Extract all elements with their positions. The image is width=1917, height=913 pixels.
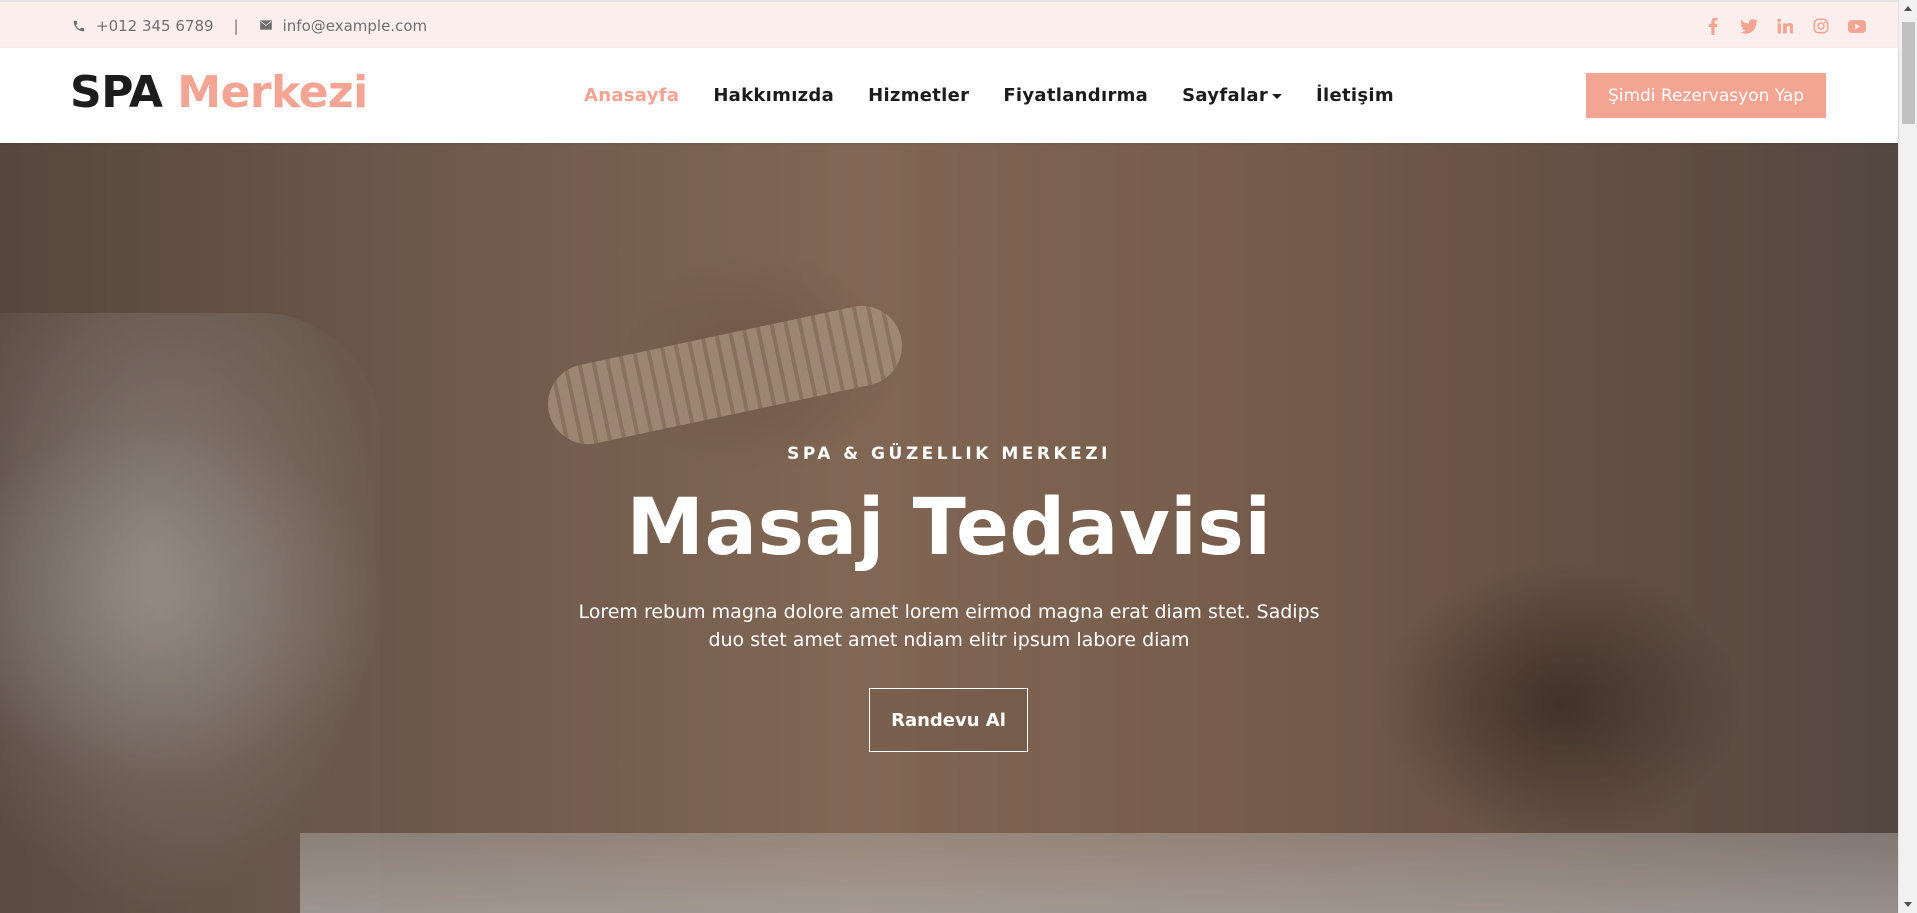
nav-item-anasayfa[interactable]: Anasayfa bbox=[584, 85, 679, 106]
nav-item-sayfalar[interactable]: Sayfalar bbox=[1182, 85, 1283, 106]
hero-content: SPA & GÜZELLIK MERKEZI Masaj Tedavisi Lo… bbox=[0, 143, 1898, 913]
nav-item-fiyatlandirma[interactable]: Fiyatlandırma bbox=[1003, 85, 1148, 106]
linkedin-icon[interactable] bbox=[1776, 17, 1794, 35]
facebook-icon[interactable] bbox=[1704, 17, 1722, 35]
brand-logo[interactable]: SPA Merkezi bbox=[70, 67, 368, 118]
phone-icon bbox=[72, 19, 86, 33]
phone-number: +012 345 6789 bbox=[96, 17, 214, 35]
brand-logo-part2: Merkezi bbox=[177, 67, 368, 118]
nav-item-sayfalar-label: Sayfalar bbox=[1182, 85, 1269, 106]
nav-item-hakkimizda[interactable]: Hakkımızda bbox=[713, 85, 834, 106]
main-menu: Anasayfa Hakkımızda Hizmetler Fiyatlandı… bbox=[584, 48, 1394, 143]
hero-section: SPA & GÜZELLIK MERKEZI Masaj Tedavisi Lo… bbox=[0, 143, 1898, 913]
hero-title: Masaj Tedavisi bbox=[626, 483, 1272, 573]
hero-text: Lorem rebum magna dolore amet lorem eirm… bbox=[578, 601, 1320, 651]
nav-item-hizmetler[interactable]: Hizmetler bbox=[868, 85, 969, 106]
scroll-up-arrow-icon[interactable] bbox=[1904, 6, 1912, 11]
caret-down-icon bbox=[1272, 93, 1283, 99]
appointment-button[interactable]: Randevu Al bbox=[869, 688, 1028, 752]
social-links bbox=[1704, 2, 1866, 50]
book-now-button[interactable]: Şimdi Rezervasyon Yap bbox=[1586, 73, 1826, 118]
instagram-icon[interactable] bbox=[1812, 17, 1830, 35]
contact-separator: | bbox=[233, 17, 239, 35]
hero-eyebrow: SPA & GÜZELLIK MERKEZI bbox=[787, 444, 1111, 464]
youtube-icon[interactable] bbox=[1848, 17, 1866, 35]
scrollbar-thumb[interactable] bbox=[1902, 22, 1915, 124]
brand-logo-part1: SPA bbox=[70, 67, 163, 118]
page-scrollbar[interactable] bbox=[1898, 0, 1917, 913]
envelope-icon bbox=[259, 19, 273, 33]
contact-info: +012 345 6789 | info@example.com bbox=[72, 2, 427, 50]
twitter-icon[interactable] bbox=[1740, 17, 1758, 35]
nav-item-iletisim[interactable]: İletişim bbox=[1316, 85, 1394, 106]
main-navbar: SPA Merkezi Anasayfa Hakkımızda Hizmetle… bbox=[0, 48, 1898, 143]
scroll-down-arrow-icon[interactable] bbox=[1904, 902, 1912, 907]
top-info-bar: +012 345 6789 | info@example.com bbox=[0, 0, 1898, 48]
email-address: info@example.com bbox=[282, 17, 428, 35]
